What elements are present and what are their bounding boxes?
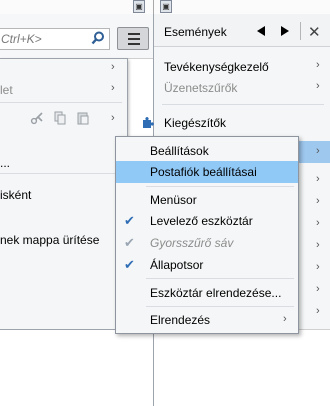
- previous-arrow-icon[interactable]: [257, 26, 265, 36]
- chevron-right-icon: ›: [111, 112, 115, 124]
- chevron-right-icon: ›: [111, 82, 115, 94]
- main-menu-item[interactable]: isként: [0, 188, 31, 202]
- checkmark-icon: ✔: [124, 257, 135, 272]
- close-icon[interactable]: ✕: [308, 23, 321, 41]
- submenu-item-quick-filter-bar[interactable]: ✔ Gyorsszűrő sáv: [116, 232, 298, 254]
- submenu-item-label: Eszköztár elrendezése...: [150, 286, 282, 300]
- chevron-right-icon: ›: [316, 261, 320, 273]
- submenu-item-label: Beállítások: [150, 144, 209, 158]
- submenu-item-label: Elrendezés: [150, 313, 211, 327]
- options-submenu: Beállítások Postafiók beállításai Menüso…: [115, 136, 299, 334]
- submenu-item-label: Levelező eszköztár: [150, 214, 253, 228]
- toolbar-icon[interactable]: ▣: [133, 0, 145, 13]
- chevron-right-icon: ›: [316, 145, 320, 157]
- window-top-strip: ▣ ▣: [0, 0, 330, 14]
- menu-separator: [146, 306, 294, 307]
- chevron-right-icon: ›: [316, 217, 320, 229]
- search-placeholder: Ctrl+K>: [1, 32, 42, 46]
- toolbar-icon[interactable]: ▣: [160, 0, 172, 13]
- main-menu: › let › › ... isként nek mappa ürítése: [0, 58, 128, 330]
- chevron-right-icon: ›: [316, 195, 320, 207]
- menu-separator: [146, 186, 294, 187]
- main-menu-item[interactable]: nek mappa ürítése: [0, 233, 99, 247]
- chevron-right-icon: ›: [316, 305, 320, 317]
- menu-separator: [146, 278, 294, 279]
- checkmark-icon: ✔: [124, 213, 135, 228]
- menu-item-message-filters[interactable]: Üzenetszűrők: [164, 81, 237, 95]
- menu-separator: [0, 173, 122, 174]
- submenu-item-account-settings[interactable]: Postafiók beállításai: [116, 161, 298, 183]
- menu-separator: [162, 104, 324, 105]
- submenu-item-customize-toolbar[interactable]: Eszköztár elrendezése...: [116, 282, 298, 304]
- checkmark-icon: ✔: [124, 235, 135, 250]
- message-list-area: [0, 330, 153, 406]
- events-header: Események ✕: [154, 14, 330, 47]
- main-menu-item[interactable]: let: [0, 83, 13, 97]
- paste-icon[interactable]: [76, 111, 90, 125]
- events-title: Események: [164, 25, 227, 39]
- pane-divider: [153, 0, 154, 14]
- menu-item-addons[interactable]: Kiegészítők: [164, 116, 226, 130]
- menu-separator: [0, 102, 122, 103]
- main-menu-item[interactable]: ...: [0, 156, 10, 170]
- hamburger-icon: [128, 43, 140, 45]
- copy-icon[interactable]: [53, 111, 67, 125]
- chevron-right-icon: ›: [316, 80, 320, 92]
- submenu-item-menubar[interactable]: Menüsor: [116, 189, 298, 211]
- next-arrow-icon[interactable]: [281, 26, 289, 36]
- submenu-item-label: Postafiók beállításai: [150, 165, 257, 179]
- chevron-right-icon: ›: [316, 59, 320, 71]
- chevron-right-icon: ›: [316, 283, 320, 295]
- chevron-right-icon: ›: [111, 61, 115, 73]
- submenu-item-layout[interactable]: Elrendezés ›: [116, 309, 298, 331]
- chevron-right-icon: ›: [316, 173, 320, 185]
- chevron-right-icon: ›: [283, 313, 287, 325]
- submenu-item-label: Állapotsor: [150, 258, 204, 272]
- puzzle-icon: [143, 117, 154, 128]
- submenu-item-mail-toolbar[interactable]: ✔ Levelező eszköztár: [116, 210, 298, 232]
- hamburger-icon: [128, 38, 140, 40]
- submenu-item-settings[interactable]: Beállítások: [116, 140, 298, 162]
- menu-item-activity-manager[interactable]: Tevékenységkezelő: [164, 60, 269, 74]
- chevron-right-icon: ›: [316, 239, 320, 251]
- events-content-area: [154, 329, 330, 406]
- search-field[interactable]: Ctrl+K>: [0, 28, 110, 50]
- submenu-item-status-bar[interactable]: ✔ Állapotsor: [116, 254, 298, 276]
- header-separator: [300, 22, 301, 40]
- submenu-item-label: Menüsor: [150, 193, 197, 207]
- app-menu-button[interactable]: [117, 27, 149, 50]
- submenu-item-label: Gyorsszűrő sáv: [150, 236, 234, 250]
- main-toolbar: Ctrl+K>: [0, 14, 153, 59]
- cut-icon[interactable]: [30, 111, 44, 125]
- hamburger-icon: [128, 33, 140, 35]
- search-icon[interactable]: [91, 31, 105, 45]
